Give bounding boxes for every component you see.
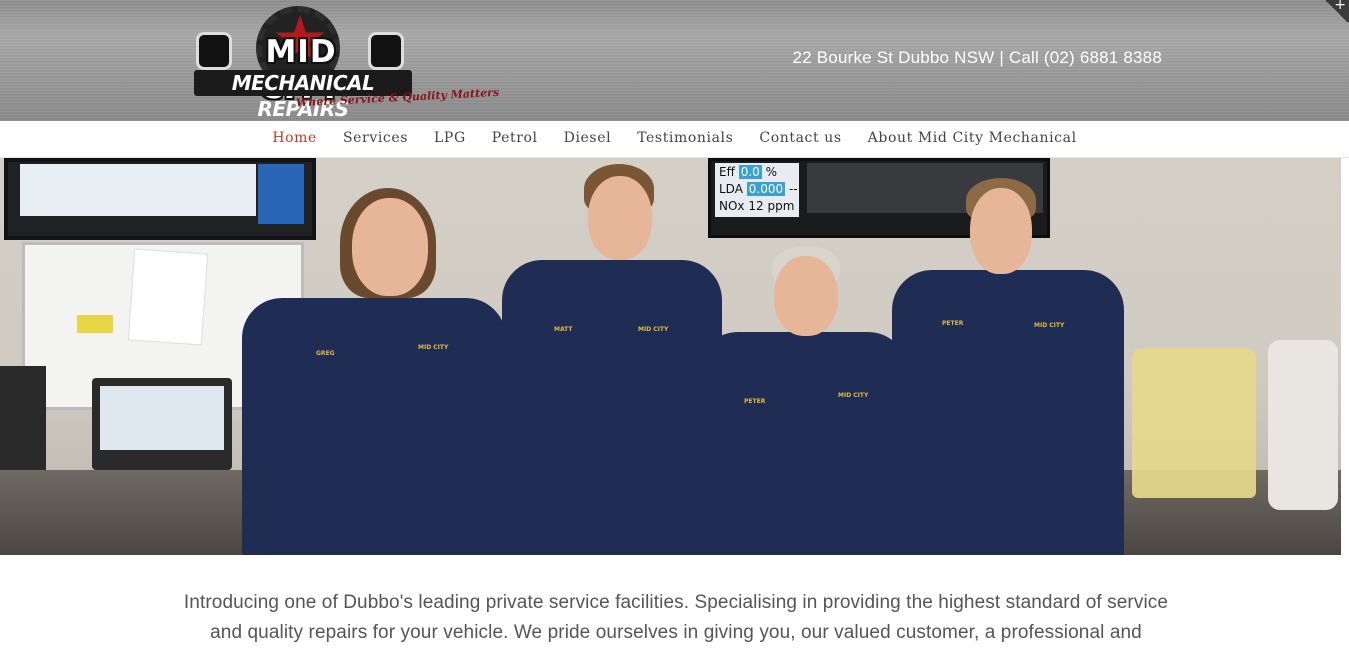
- nav-item-home[interactable]: Home: [272, 130, 317, 146]
- plus-icon: +: [1334, 0, 1346, 13]
- logo-title: MID CITY: [260, 34, 341, 106]
- nav-item-lpg[interactable]: LPG: [434, 130, 466, 146]
- nav-item-diesel[interactable]: Diesel: [564, 130, 612, 146]
- main-nav: Home Services LPG Petrol Diesel Testimon…: [0, 121, 1349, 158]
- nav-item-contact[interactable]: Contact us: [759, 130, 841, 146]
- nav-item-services[interactable]: Services: [343, 130, 408, 146]
- nav-item-about[interactable]: About Mid City Mechanical: [868, 130, 1077, 146]
- team-member: MATT MID CITY: [502, 164, 722, 555]
- site-logo[interactable]: ★ MID CITY MECHANICAL REPAIRS Where Serv…: [192, 4, 499, 121]
- team-member: PETER MID CITY: [892, 178, 1124, 555]
- header-contact: 22 Bourke St Dubbo NSW | Call (02) 6881 …: [792, 48, 1162, 67]
- team-member: PETER MID CITY: [698, 246, 908, 555]
- emissions-readout: Eff 0.0 % LDA 0.000 -- NOx 12 ppm: [715, 163, 799, 217]
- nav-item-petrol[interactable]: Petrol: [492, 130, 538, 146]
- nav-item-testimonials[interactable]: Testimonials: [637, 130, 733, 146]
- intro-paragraph: Introducing one of Dubbo's leading priva…: [183, 592, 1169, 643]
- laptop: [0, 366, 46, 470]
- oil-container: [1132, 348, 1256, 498]
- team-member: GREG MID CITY: [242, 188, 506, 555]
- laptop: [92, 378, 232, 470]
- sticky-note: [77, 315, 113, 333]
- rag: [1268, 340, 1338, 510]
- site-header: ★ MID CITY MECHANICAL REPAIRS Where Serv…: [0, 0, 1349, 121]
- corner-toggle[interactable]: +: [1323, 0, 1349, 22]
- hero-team-photo: Eff 0.0 % LDA 0.000 -- NOx 12 ppm GREG M…: [0, 158, 1341, 555]
